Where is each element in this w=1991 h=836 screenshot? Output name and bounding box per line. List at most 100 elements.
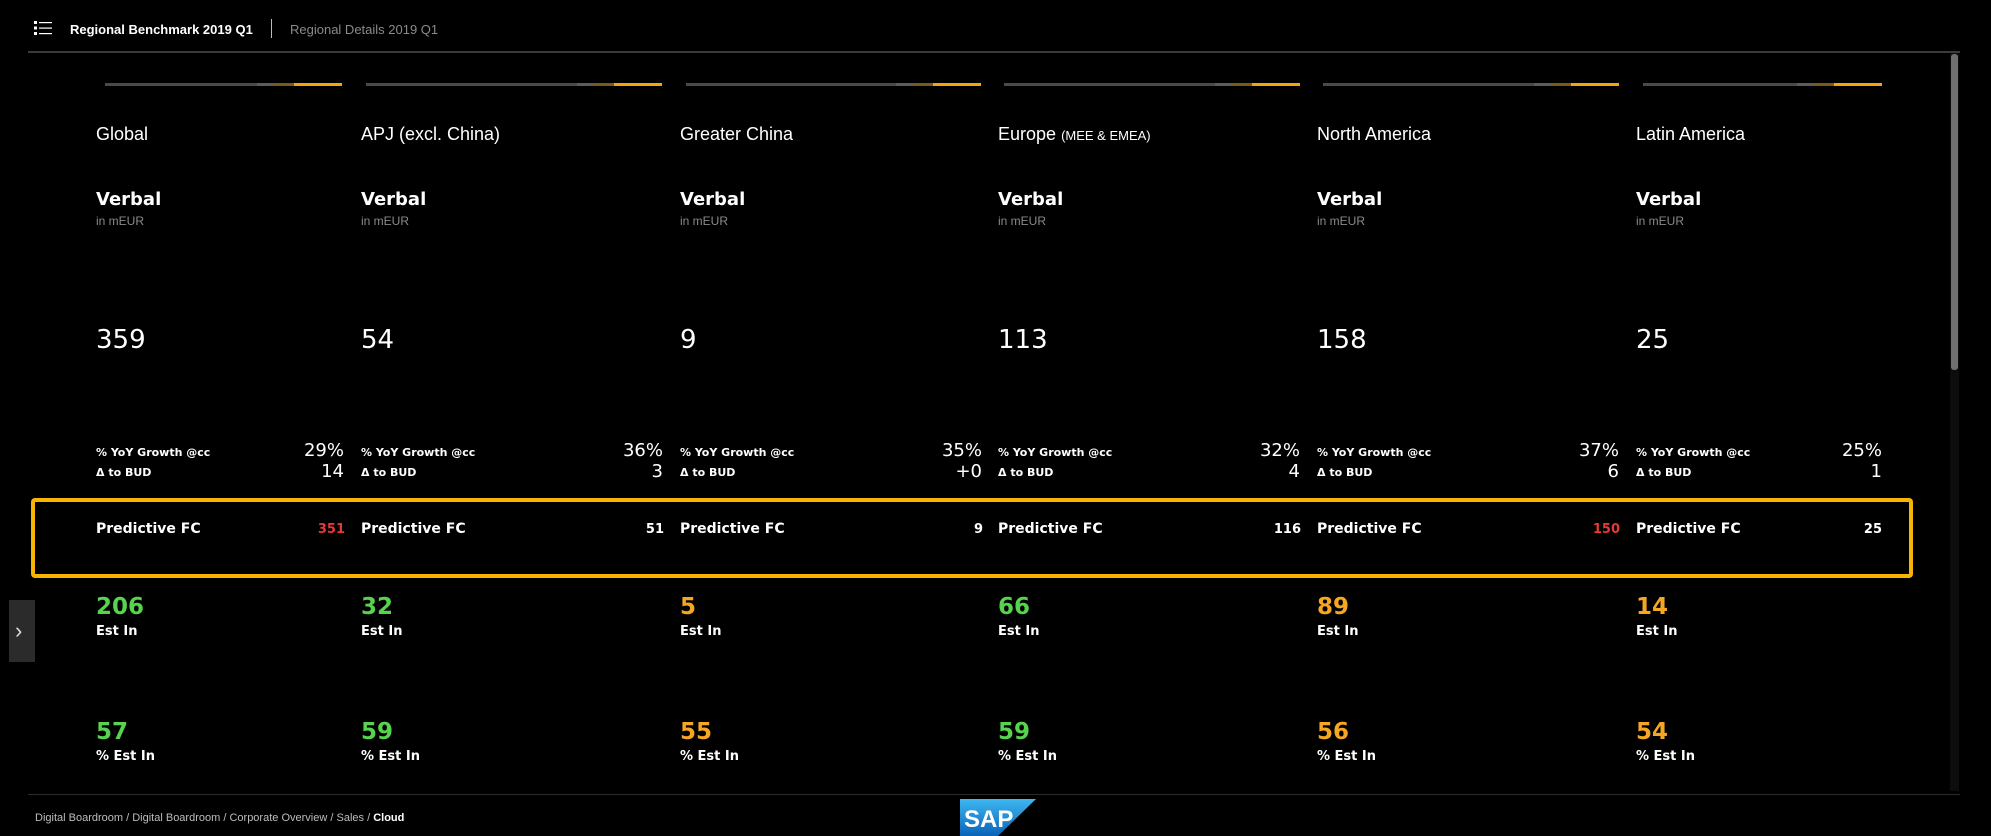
bar-segment <box>933 83 981 86</box>
pct-est-in-value: 59 <box>998 719 1031 745</box>
region-progress-bar <box>105 83 342 86</box>
verbal-value: 158 <box>1317 325 1367 355</box>
bar-segment <box>274 83 294 86</box>
yoy-growth-label: % YoY Growth @cc <box>998 446 1113 459</box>
region-title[interactable]: Latin America <box>1636 124 1745 145</box>
yoy-growth-label: % YoY Growth @cc <box>96 446 211 459</box>
est-in-label: Est In <box>680 624 722 639</box>
bar-segment <box>913 83 933 86</box>
top-tab-bar: Regional Benchmark 2019 Q1 Regional Deta… <box>0 0 1991 54</box>
unit-label: in mEUR <box>361 214 410 228</box>
breadcrumb: Digital Boardroom / Digital Boardroom / … <box>35 812 404 824</box>
pct-est-in-label: % Est In <box>1317 749 1377 764</box>
pct-est-in-label: % Est In <box>998 749 1058 764</box>
region-name-suffix: (MEE & EMEA) <box>1061 128 1151 143</box>
unit-label: in mEUR <box>998 214 1047 228</box>
region-name: APJ (excl. China) <box>361 124 501 144</box>
verbal-value: 25 <box>1636 325 1670 355</box>
bar-segment <box>1571 83 1619 86</box>
bar-segment <box>614 83 662 86</box>
verbal-value: 359 <box>96 325 146 355</box>
bar-segment <box>1797 83 1814 86</box>
breadcrumb-item[interactable]: Digital Boardroom <box>35 812 123 824</box>
region-title[interactable]: Greater China <box>680 124 793 145</box>
unit-label: in mEUR <box>96 214 145 228</box>
region-title[interactable]: North America <box>1317 124 1431 145</box>
pct-est-in-label: % Est In <box>361 749 421 764</box>
region-progress-bar <box>1323 83 1619 86</box>
est-in-value: 89 <box>1317 594 1350 620</box>
region-progress-bar <box>1643 83 1882 86</box>
list-menu-icon[interactable] <box>34 21 52 35</box>
unit-label: in mEUR <box>1317 214 1366 228</box>
yoy-growth-label: % YoY Growth @cc <box>1317 446 1432 459</box>
region-name: Europe <box>998 124 1057 144</box>
est-in-value: 66 <box>998 594 1031 620</box>
bar-segment <box>594 83 614 86</box>
region-progress-bar <box>686 83 981 86</box>
region-name: Greater China <box>680 124 794 144</box>
region-name: North America <box>1317 124 1432 144</box>
tab-regional-benchmark[interactable]: Regional Benchmark 2019 Q1 <box>70 22 253 37</box>
delta-to-bud-label: Δ to BUD <box>361 466 417 479</box>
delta-to-bud-value: 14 <box>321 461 344 482</box>
delta-to-bud-label: Δ to BUD <box>96 466 152 479</box>
delta-to-bud-label: Δ to BUD <box>1317 466 1373 479</box>
region-progress-bar <box>1004 83 1300 86</box>
pct-est-in-value: 56 <box>1317 719 1350 745</box>
yoy-growth-value: 29% <box>303 440 344 461</box>
breadcrumb-current: Cloud <box>373 812 405 824</box>
bar-segment <box>1551 83 1571 86</box>
verbal-value: 9 <box>680 325 697 355</box>
tab-separator <box>271 19 272 38</box>
bar-segment <box>1232 83 1252 86</box>
predictive-fc-highlight <box>31 498 1913 578</box>
bar-segment <box>896 83 913 86</box>
unit-label: in mEUR <box>1636 214 1685 228</box>
bar-segment <box>1215 83 1232 86</box>
bar-segment <box>1814 83 1834 86</box>
tab-regional-details[interactable]: Regional Details 2019 Q1 <box>290 22 438 37</box>
yoy-growth-label: % YoY Growth @cc <box>680 446 795 459</box>
bar-segment <box>577 83 594 86</box>
bar-segment <box>294 83 342 86</box>
breadcrumb-separator: / <box>126 812 130 824</box>
chevron-right-icon: › <box>15 618 23 643</box>
yoy-growth-label: % YoY Growth @cc <box>361 446 476 459</box>
pct-est-in-value: 59 <box>361 719 394 745</box>
region-title[interactable]: Global <box>96 124 148 145</box>
yoy-growth-value: 37% <box>1578 440 1619 461</box>
delta-to-bud-value: +0 <box>955 461 982 482</box>
pct-est-in-value: 57 <box>96 719 129 745</box>
region-title[interactable]: Europe (MEE & EMEA) <box>998 124 1151 145</box>
unit-label: in mEUR <box>680 214 729 228</box>
breadcrumb-item[interactable]: Digital Boardroom <box>132 812 220 824</box>
bar-segment <box>257 83 274 86</box>
scrollbar-thumb[interactable] <box>1951 54 1958 370</box>
region-title[interactable]: APJ (excl. China) <box>361 124 500 145</box>
est-in-label: Est In <box>998 624 1040 639</box>
delta-to-bud-value: 1 <box>1870 461 1882 482</box>
pct-est-in-label: % Est In <box>96 749 156 764</box>
region-name: Global <box>96 124 149 144</box>
est-in-value: 5 <box>680 594 697 620</box>
yoy-growth-value: 25% <box>1841 440 1882 461</box>
expand-panel-button[interactable]: › <box>9 600 35 662</box>
verbal-label: Verbal <box>1636 189 1702 210</box>
verbal-label: Verbal <box>96 189 162 210</box>
est-in-value: 32 <box>361 594 394 620</box>
delta-to-bud-value: 6 <box>1607 461 1619 482</box>
bar-segment <box>1534 83 1551 86</box>
breadcrumb-item[interactable]: Sales <box>336 812 364 824</box>
verbal-value: 113 <box>998 325 1048 355</box>
delta-to-bud-label: Δ to BUD <box>1636 466 1692 479</box>
verbal-label: Verbal <box>361 189 427 210</box>
breadcrumb-item[interactable]: Corporate Overview <box>229 812 327 824</box>
pct-est-in-value: 54 <box>1636 719 1669 745</box>
breadcrumb-separator: / <box>223 812 227 824</box>
verbal-label: Verbal <box>680 189 746 210</box>
est-in-label: Est In <box>361 624 403 639</box>
region-progress-bar <box>366 83 662 86</box>
delta-to-bud-value: 3 <box>651 461 663 482</box>
est-in-label: Est In <box>1636 624 1678 639</box>
